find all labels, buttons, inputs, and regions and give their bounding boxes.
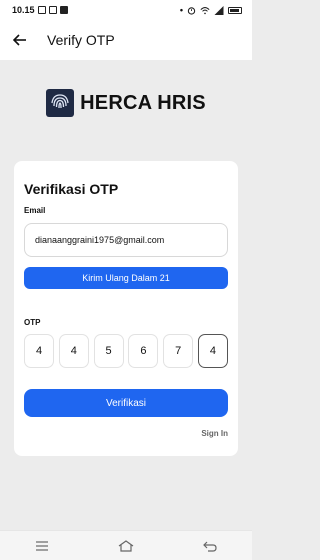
otp-digit-2[interactable]: 4: [58, 334, 89, 368]
verify-button[interactable]: Verifikasi: [24, 389, 228, 417]
wifi-icon: [200, 6, 210, 14]
email-label: Email: [24, 206, 46, 215]
system-nav-bar: [0, 530, 252, 560]
resend-button[interactable]: Kirim Ulang Dalam 21: [24, 267, 228, 289]
email-field[interactable]: dianaanggraini1975@gmail.com: [24, 223, 228, 257]
brand-name: HERCA HRIS: [80, 91, 206, 114]
home-nav-icon[interactable]: [114, 536, 138, 556]
menu-nav-icon[interactable]: [30, 536, 54, 556]
otp-digit-5[interactable]: 7: [163, 334, 194, 368]
status-bar: 10.15 •: [0, 0, 252, 20]
b-icon: [59, 6, 68, 14]
back-arrow-icon[interactable]: [10, 30, 30, 50]
brand-header: HERCA HRIS: [0, 88, 252, 118]
signal-icon: [214, 5, 224, 15]
otp-label: OTP: [24, 318, 41, 327]
otp-digit-3[interactable]: 5: [93, 334, 124, 368]
notification-dot-icon: •: [179, 5, 183, 15]
card-title: Verifikasi OTP: [24, 181, 119, 197]
otp-digit-1[interactable]: 4: [24, 334, 54, 368]
status-time: 10.15: [12, 5, 35, 15]
otp-input-row: 4 4 5 6 7 4: [24, 334, 228, 368]
battery-icon: [228, 6, 242, 14]
image-icon: [37, 6, 46, 14]
sign-in-link[interactable]: Sign In: [201, 429, 228, 438]
otp-digit-6[interactable]: 4: [197, 334, 228, 368]
app-bar: Verify OTP: [0, 20, 252, 60]
back-nav-icon[interactable]: [198, 536, 222, 556]
otp-card: Verifikasi OTP Email dianaanggraini1975@…: [14, 161, 238, 456]
otp-digit-4[interactable]: 6: [128, 334, 159, 368]
mail-icon: [48, 6, 57, 14]
page-title: Verify OTP: [47, 32, 115, 48]
alarm-icon: [187, 6, 196, 15]
fingerprint-logo-icon: [46, 89, 75, 117]
